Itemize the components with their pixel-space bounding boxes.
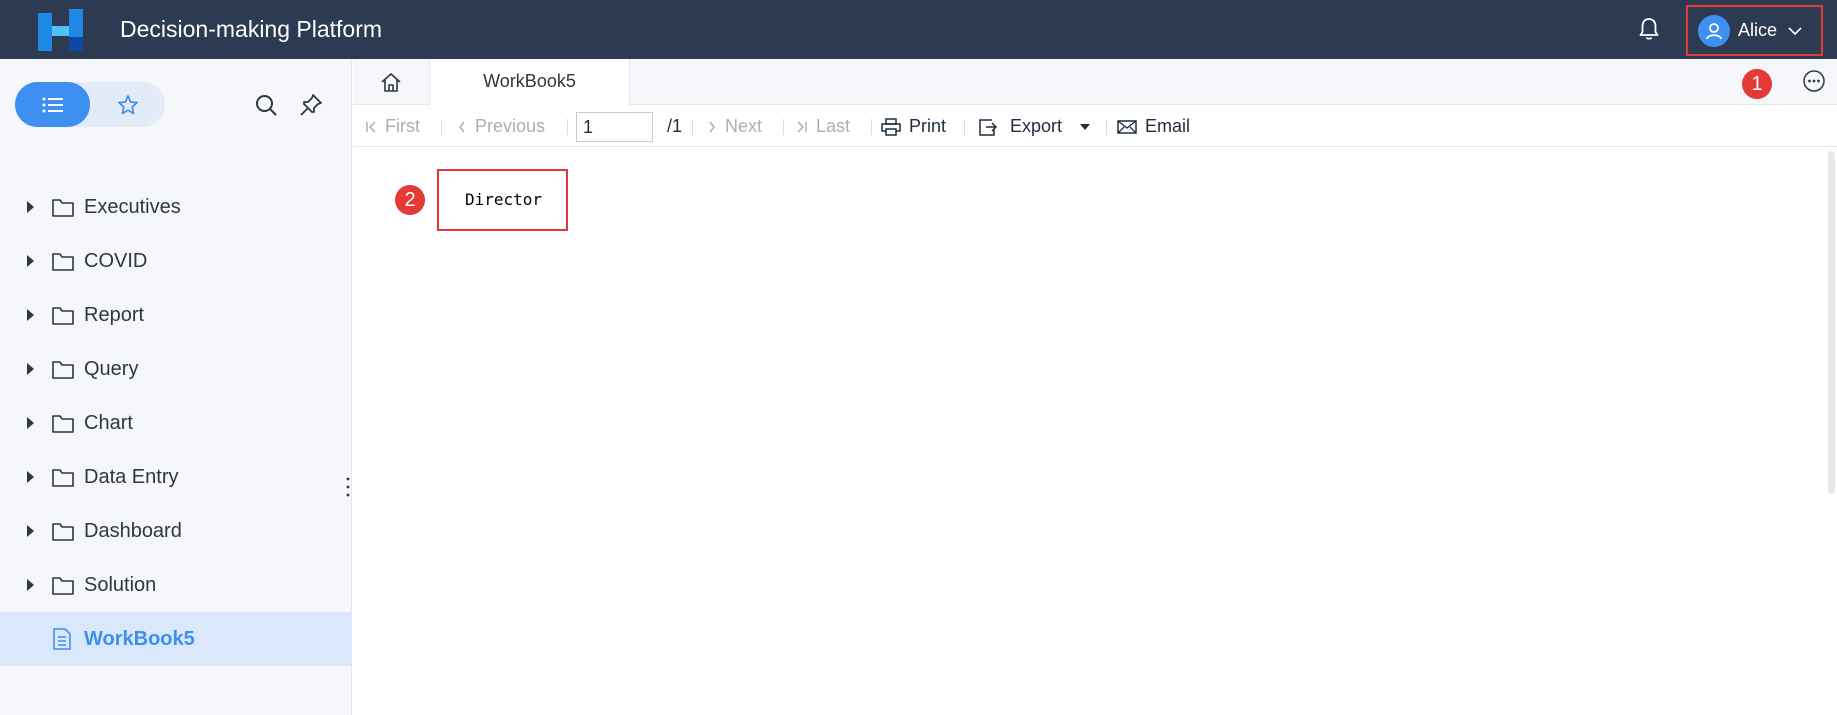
vertical-scrollbar[interactable] xyxy=(1828,151,1835,494)
chevron-right-icon xyxy=(709,121,715,132)
tree-item-label: Dashboard xyxy=(84,520,182,542)
platform-logo xyxy=(38,9,83,51)
tree-item-label: Query xyxy=(84,358,139,380)
user-avatar-icon xyxy=(1698,14,1730,47)
expand-arrow-icon[interactable] xyxy=(27,525,34,537)
export-icon xyxy=(979,118,998,136)
folder-icon xyxy=(52,415,74,433)
next-page-button[interactable]: Next xyxy=(707,106,762,147)
directory-tree: Executives COVID Report Query Chart Data… xyxy=(0,180,352,666)
email-icon xyxy=(1117,119,1137,134)
email-button[interactable]: Email xyxy=(1117,106,1190,147)
pin-icon xyxy=(300,94,322,116)
email-label: Email xyxy=(1145,116,1191,136)
divider xyxy=(692,119,693,135)
annotation-badge-1: 1 xyxy=(1742,69,1772,99)
folder-icon xyxy=(52,469,74,487)
print-label: Print xyxy=(909,116,947,136)
tree-item-dashboard[interactable]: Dashboard xyxy=(0,504,352,558)
folder-icon xyxy=(52,577,74,595)
tree-item-label: COVID xyxy=(84,250,148,272)
favorites-view-button[interactable] xyxy=(90,82,165,127)
star-icon xyxy=(117,94,138,114)
tree-item-label: Chart xyxy=(84,412,133,434)
app-title: Decision-making Platform xyxy=(120,16,383,42)
folder-icon xyxy=(52,523,74,541)
folder-icon xyxy=(52,253,74,271)
document-icon xyxy=(53,628,71,650)
report-cell[interactable]: Director xyxy=(437,169,568,231)
tree-item-label: WorkBook5 xyxy=(84,628,195,650)
tree-item-label: Solution xyxy=(84,574,157,596)
notification-bell-icon[interactable] xyxy=(1636,16,1662,42)
expand-arrow-icon[interactable] xyxy=(27,417,34,429)
search-icon xyxy=(256,95,277,116)
first-label: First xyxy=(385,116,420,136)
last-page-icon xyxy=(797,120,807,133)
printer-icon xyxy=(881,117,901,136)
annotation-badge-2: 2 xyxy=(395,185,425,215)
folder-icon xyxy=(52,307,74,325)
report-canvas: 2 Director xyxy=(353,147,1837,715)
page-number-input[interactable] xyxy=(576,112,653,142)
divider xyxy=(1106,119,1107,135)
expand-arrow-icon[interactable] xyxy=(27,363,34,375)
divider xyxy=(567,119,568,135)
divider xyxy=(964,119,965,135)
export-button[interactable]: Export xyxy=(978,106,1091,147)
top-header: Decision-making Platform Alice xyxy=(0,0,1837,59)
tab-bar: WorkBook5 1 xyxy=(353,59,1837,106)
divider xyxy=(871,119,872,135)
home-icon xyxy=(381,73,401,92)
sidebar: Executives COVID Report Query Chart Data… xyxy=(0,59,352,715)
divider xyxy=(441,119,442,135)
view-toggle xyxy=(15,82,165,127)
expand-arrow-icon[interactable] xyxy=(27,255,34,267)
divider xyxy=(783,119,784,135)
tab-home[interactable] xyxy=(353,59,429,105)
next-label: Next xyxy=(725,116,763,136)
export-label: Export xyxy=(1010,116,1063,136)
last-label: Last xyxy=(816,116,851,136)
previous-page-button[interactable]: Previous xyxy=(457,106,545,147)
tree-item-covid[interactable]: COVID xyxy=(0,234,352,288)
tree-item-executives[interactable]: Executives xyxy=(0,180,352,234)
previous-label: Previous xyxy=(475,116,546,136)
tab-workbook5[interactable]: WorkBook5 xyxy=(429,59,630,106)
directory-view-button[interactable] xyxy=(15,82,90,127)
tree-item-query[interactable]: Query xyxy=(0,342,352,396)
folder-icon xyxy=(52,199,74,217)
search-button[interactable] xyxy=(252,91,280,119)
expand-arrow-icon[interactable] xyxy=(27,471,34,483)
more-options-icon[interactable] xyxy=(1802,69,1826,93)
first-page-button[interactable]: First xyxy=(365,106,420,147)
tree-item-report[interactable]: Report xyxy=(0,288,352,342)
expand-arrow-icon[interactable] xyxy=(27,579,34,591)
expand-arrow-icon[interactable] xyxy=(27,309,34,321)
tree-item-data-entry[interactable]: Data Entry xyxy=(0,450,352,504)
pin-button[interactable] xyxy=(297,91,325,119)
list-icon xyxy=(42,97,63,112)
report-toolbar: First Previous /1 Next Last Print Export xyxy=(353,106,1837,147)
chevron-left-icon xyxy=(459,121,465,132)
print-button[interactable]: Print xyxy=(881,106,946,147)
tree-item-label: Executives xyxy=(84,196,181,218)
chevron-down-icon xyxy=(1788,26,1802,35)
user-name: Alice xyxy=(1738,20,1778,40)
last-page-button[interactable]: Last xyxy=(796,106,850,147)
expand-arrow-icon[interactable] xyxy=(27,201,34,213)
folder-icon xyxy=(52,361,74,379)
tree-item-label: Report xyxy=(84,304,145,326)
caret-down-icon[interactable] xyxy=(1080,123,1091,130)
tree-item-workbook5[interactable]: WorkBook5 xyxy=(0,612,352,666)
tree-item-chart[interactable]: Chart xyxy=(0,396,352,450)
first-page-icon xyxy=(366,120,376,133)
user-menu[interactable]: Alice xyxy=(1686,5,1823,56)
page-total: /1 xyxy=(667,116,683,136)
tree-item-label: Data Entry xyxy=(84,466,179,488)
tree-item-solution[interactable]: Solution xyxy=(0,558,352,612)
